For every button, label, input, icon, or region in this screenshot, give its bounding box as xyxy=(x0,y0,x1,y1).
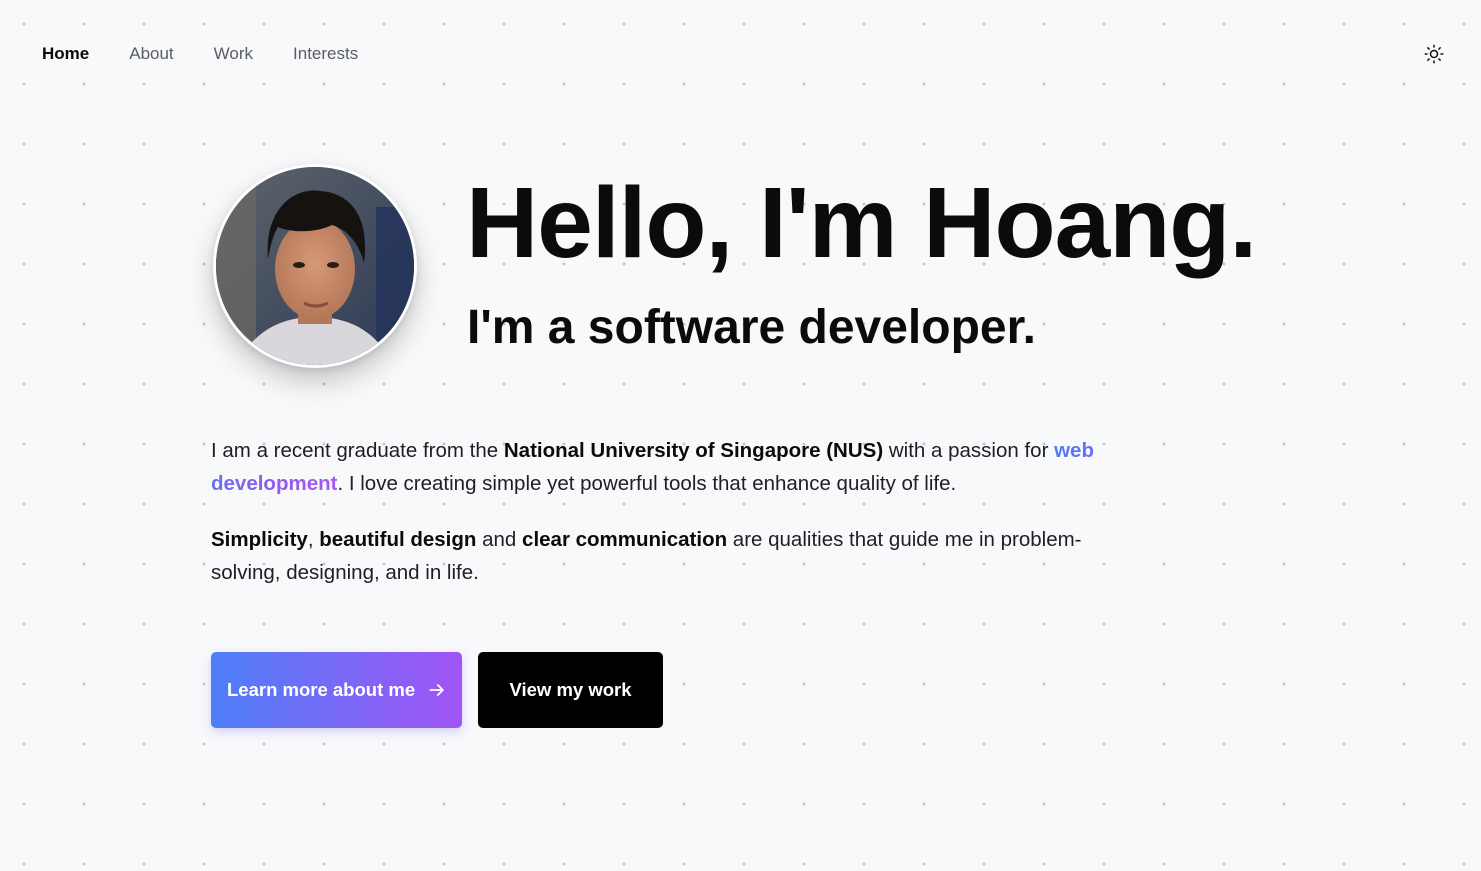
nav-interests-link[interactable]: Interests xyxy=(293,42,358,66)
university-name: National University of Singapore (NUS) xyxy=(503,439,884,462)
profile-photo xyxy=(216,167,414,365)
profile-avatar xyxy=(213,164,417,368)
value-beautiful-design: beautiful design xyxy=(319,528,477,551)
nav-home-link[interactable]: Home xyxy=(42,42,89,66)
top-nav: Home About Work Interests xyxy=(0,0,1481,108)
view-work-label: View my work xyxy=(509,679,632,700)
theme-toggle-button[interactable] xyxy=(1420,40,1448,68)
hero-title: Hello, I'm Hoang. xyxy=(466,167,1257,279)
values-separator-1: , xyxy=(307,528,320,551)
learn-more-button[interactable]: Learn more about me xyxy=(211,652,462,728)
nav-work-link[interactable]: Work xyxy=(214,42,253,66)
values-paragraph: Simplicity, beautiful design and clear c… xyxy=(211,523,1111,589)
intro-text-3: . I love creating simple yet powerful to… xyxy=(337,472,957,495)
view-work-button[interactable]: View my work xyxy=(478,652,663,728)
hero-subtitle: I'm a software developer. xyxy=(467,301,1036,354)
values-separator-2: and xyxy=(476,528,523,551)
intro-text-2: with a passion for xyxy=(883,439,1055,462)
learn-more-label: Learn more about me xyxy=(227,679,416,700)
intro-text-1: I am a recent graduate from the xyxy=(211,439,504,462)
arrow-right-icon xyxy=(429,684,444,696)
intro-paragraph: I am a recent graduate from the National… xyxy=(211,434,1111,500)
value-simplicity: Simplicity xyxy=(211,528,308,551)
sun-icon xyxy=(1424,44,1444,64)
nav-about-link[interactable]: About xyxy=(129,42,173,66)
nav-links: Home About Work Interests xyxy=(42,42,358,66)
value-clear-communication: clear communication xyxy=(522,528,728,551)
